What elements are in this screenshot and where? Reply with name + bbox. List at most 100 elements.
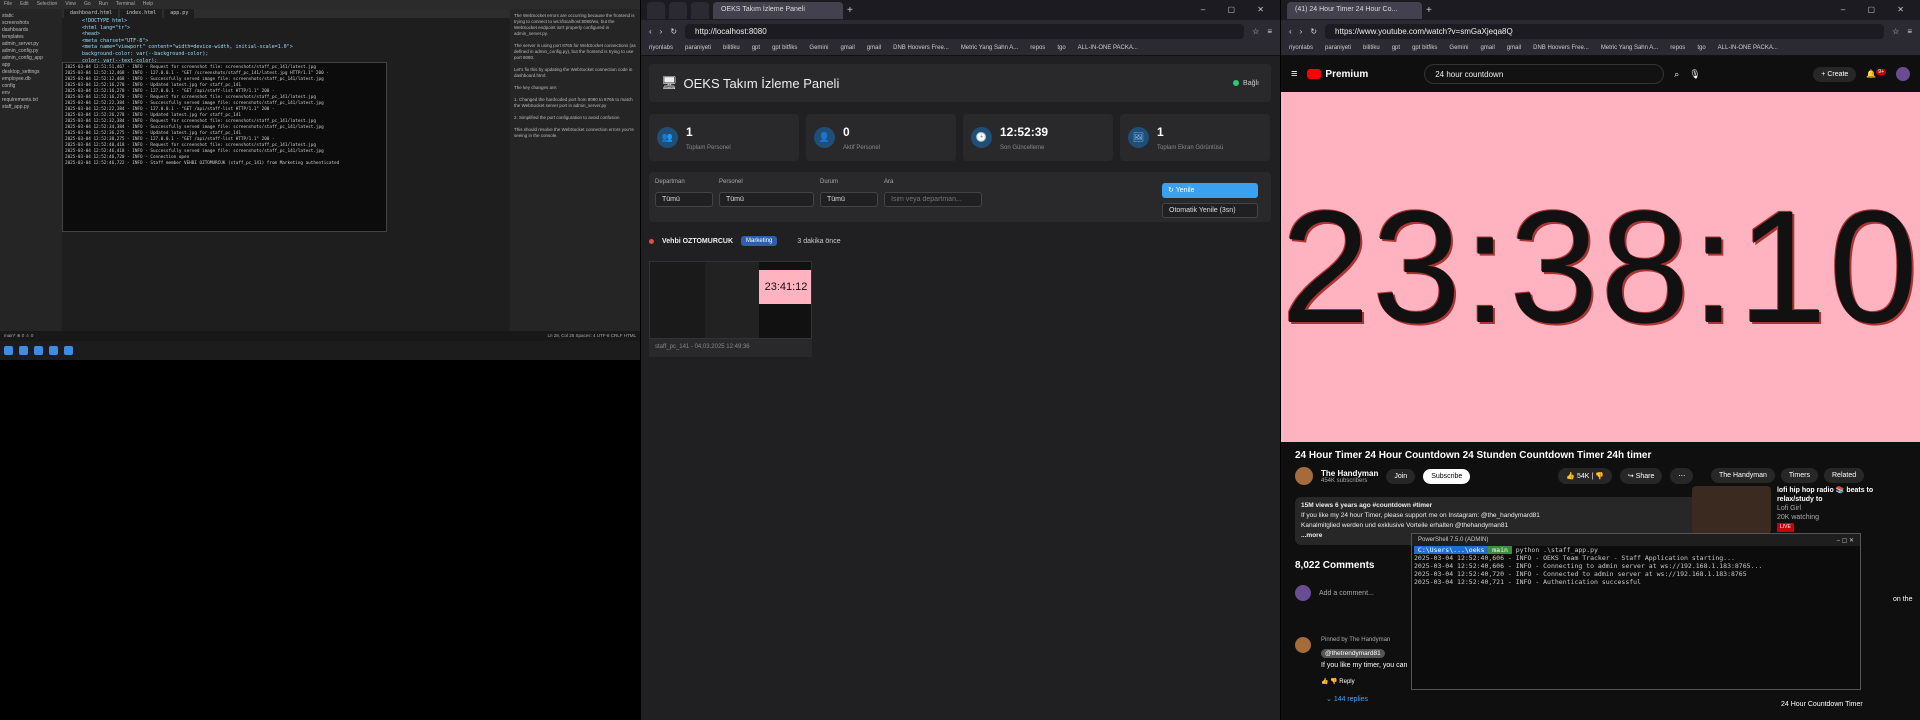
search-input[interactable]: 24 hour countdown [1424,64,1665,84]
status-right[interactable]: Ln 28, Col 25 Spaces: 4 UTF-8 CRLF HTML [547,333,636,339]
bookmark-item[interactable]: tgo [1697,45,1705,52]
menu-run[interactable]: Run [99,1,108,8]
bookmark-item[interactable]: riyonlabs [649,45,673,52]
bookmark-item[interactable]: Metric Yang Sahn A... [1601,45,1658,52]
bookmark-item[interactable]: ALL-IN-ONE PACKA... [1078,45,1138,52]
avatar[interactable] [1896,67,1910,81]
menu-edit[interactable]: Edit [20,1,29,8]
bookmark-item[interactable]: riyonlabs [1289,45,1313,52]
channel-avatar[interactable] [1295,467,1313,485]
bookmark-item[interactable]: gmail [840,45,854,52]
back-icon[interactable]: ‹ [1289,27,1292,36]
youtube-logo[interactable]: Premium [1307,69,1368,80]
browser-icon[interactable] [34,346,43,355]
bookmark-item[interactable]: gpt bitfiks [1412,45,1437,52]
start-icon[interactable] [4,346,13,355]
powershell-window[interactable]: PowerShell 7.5.0 (ADMIN) – ▢ ✕ C:\Users\… [1411,533,1861,690]
status-select[interactable]: Tümü [820,192,878,207]
search-input[interactable] [884,192,982,207]
tab-oeks[interactable]: OEKS Takım İzleme Paneli [713,1,843,19]
bookmark-item[interactable]: Metric Yang Sahn A... [961,45,1018,52]
refresh-button[interactable]: ↻ Yenile [1162,183,1258,198]
bookmark-item[interactable]: gpt bitfiks [772,45,797,52]
explorer-icon[interactable] [49,346,58,355]
bookmark-item[interactable]: gpt [752,45,760,52]
reload-icon[interactable]: ↻ [1310,27,1317,36]
bookmark-item[interactable]: DNB Hoovers Free... [893,45,949,52]
comment-author[interactable]: @thetrendymard81 [1321,649,1385,658]
recommended-video[interactable]: lofi hip hop radio 📚 beats to relax/stud… [1692,486,1912,536]
tab-index-html[interactable]: index.html [120,9,163,18]
commenter-avatar[interactable] [1295,637,1311,653]
department-select[interactable]: Tümü [655,192,713,207]
bookmark-item[interactable]: Gemini [809,45,828,52]
pinned-tab[interactable] [691,1,709,19]
bookmark-item[interactable]: paraniyeti [685,45,711,52]
staff-select[interactable]: Tümü [719,192,814,207]
share-button[interactable]: ↪ Share [1619,468,1663,484]
video-player[interactable]: 23:38:10 [1281,92,1920,442]
bookmark-item[interactable]: ALL-IN-ONE PACKA... [1718,45,1778,52]
new-tab-icon[interactable]: + [1426,5,1432,16]
join-button[interactable]: Join [1386,468,1416,484]
bookmark-item[interactable]: bilitiku [1363,45,1380,52]
menu-selection[interactable]: Selection [37,1,58,8]
mic-icon[interactable]: 🎙 [1689,69,1700,80]
new-tab-icon[interactable]: + [847,5,853,16]
status-left[interactable]: main* ⊗ 0 ⚠ 0 [4,333,33,339]
reload-icon[interactable]: ↻ [670,27,677,36]
chip-related[interactable]: Related [1824,468,1865,483]
bookmark-item[interactable]: tgo [1057,45,1065,52]
screenshot-thumbnail[interactable]: 23:41:12 [649,261,812,339]
pinned-tab[interactable] [669,1,687,19]
bookmark-item[interactable]: bilitiku [723,45,740,52]
menu-help[interactable]: Help [143,1,153,8]
menu-icon[interactable]: ≡ [1907,27,1912,36]
window-controls[interactable]: – ▢ ✕ [1201,5,1274,14]
bookmark-item[interactable]: repos [1030,45,1045,52]
search-icon[interactable] [19,346,28,355]
menu-terminal[interactable]: Terminal [116,1,135,8]
back-icon[interactable]: ‹ [649,27,652,36]
tab-app-py[interactable]: app.py [164,9,195,18]
menu-icon[interactable]: ≡ [1267,27,1272,36]
vscode-icon[interactable] [64,346,73,355]
bookmark-item[interactable]: gpt [1392,45,1400,52]
more-actions-icon[interactable]: ⋯ [1670,468,1694,484]
bell-icon[interactable]: 🔔 9+ [1866,69,1886,79]
tab-dashboard-html[interactable]: dashboard.html [64,9,119,18]
bookmark-item[interactable]: repos [1670,45,1685,52]
bookmark-item[interactable]: DNB Hoovers Free... [1533,45,1589,52]
chip-timers[interactable]: Timers [1780,468,1818,483]
like-button[interactable]: 👍 54K | 👎 [1558,468,1612,484]
auto-refresh-select[interactable]: Otomatik Yenile (3sn) [1162,203,1258,218]
reply-button[interactable]: Reply [1339,679,1354,685]
bookmark-star-icon[interactable]: ☆ [1252,27,1259,36]
bookmark-item[interactable]: gmail [867,45,881,52]
replies-toggle[interactable]: ⌄ 144 replies [1326,695,1368,703]
forward-icon[interactable]: › [660,27,663,36]
bookmark-item[interactable]: paraniyeti [1325,45,1351,52]
pinned-tab[interactable] [647,1,665,19]
menu-file[interactable]: File [4,1,12,8]
window-controls[interactable]: – ▢ ✕ [1837,537,1854,544]
window-controls[interactable]: – ▢ ✕ [1841,5,1914,14]
url-field[interactable]: https://www.youtube.com/watch?v=smGaXjeq… [1325,23,1885,39]
subscribe-button[interactable]: Subscribe [1423,468,1471,484]
bookmark-item[interactable]: gmail [1507,45,1521,52]
url-field[interactable]: http://localhost:8080 [685,23,1245,39]
search-icon[interactable]: ⌕ [1674,69,1679,80]
forward-icon[interactable]: › [1300,27,1303,36]
bookmark-star-icon[interactable]: ☆ [1892,27,1899,36]
menu-view[interactable]: View [65,1,76,8]
channel-name[interactable]: The Handyman [1321,469,1378,478]
create-button[interactable]: + Create [1813,66,1857,82]
bookmark-item[interactable]: gmail [1480,45,1494,52]
hamburger-icon[interactable]: ≡ [1291,68,1297,80]
tab-youtube[interactable]: (41) 24 Hour Timer 24 Hour Co... [1287,1,1422,19]
menu-go[interactable]: Go [84,1,91,8]
chip-channel[interactable]: The Handyman [1711,468,1775,483]
add-comment-input[interactable]: Add a comment... [1319,590,1374,597]
log-terminal-window[interactable]: 2025-03-04 12:51:51,467 - INFO - Request… [62,62,387,232]
bookmark-item[interactable]: Gemini [1449,45,1468,52]
